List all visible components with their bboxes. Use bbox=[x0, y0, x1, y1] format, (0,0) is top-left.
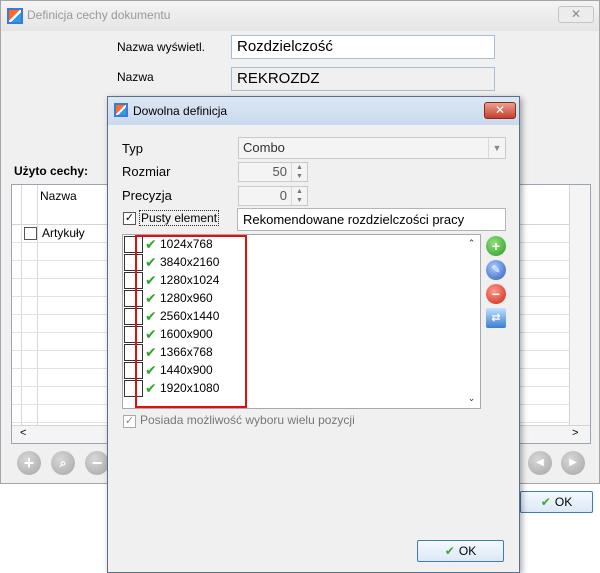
remove-icon[interactable]: − bbox=[85, 451, 109, 475]
scroll-down-icon[interactable]: ⌄ bbox=[463, 390, 480, 406]
empty-element-label[interactable]: Pusty element bbox=[139, 210, 220, 226]
remove-item-icon[interactable]: − bbox=[486, 284, 506, 304]
values-list: ✔ 1024x768 ✔ 3840x2160 ✔ 1280x1024 ✔ 128… bbox=[122, 234, 481, 409]
size-label: Rozmiar bbox=[122, 164, 171, 179]
spinner-arrows-icon[interactable]: ▲ ▼ bbox=[291, 187, 307, 205]
import-icon[interactable]: ⇄ bbox=[486, 308, 506, 328]
empty-element-field[interactable]: Rekomendowane rozdzielczości pracy bbox=[237, 208, 506, 231]
display-name-label: Nazwa wyświetl. bbox=[117, 40, 206, 54]
back-close-button[interactable]: ✕ bbox=[558, 6, 594, 23]
type-label: Typ bbox=[122, 141, 143, 156]
dialog-ok-button[interactable]: ✔ OK bbox=[417, 540, 504, 562]
scroll-up-icon[interactable]: ⌃ bbox=[463, 235, 480, 251]
app-logo-icon bbox=[7, 8, 23, 24]
dialog-title: Dowolna definicja bbox=[133, 104, 228, 118]
grid-header-name[interactable]: Nazwa bbox=[40, 189, 77, 203]
search-icon[interactable]: ⌕ bbox=[51, 451, 75, 475]
multi-select-label: Posiada możliwość wyboru wielu pozycji bbox=[140, 413, 355, 427]
chevron-down-icon[interactable]: ▼ bbox=[488, 138, 505, 158]
add-icon[interactable]: + bbox=[17, 451, 41, 475]
dialog-ok-label: OK bbox=[458, 544, 477, 558]
type-combo-value: Combo bbox=[243, 140, 285, 155]
precision-value: 0 bbox=[279, 188, 287, 203]
scroll-left-arrow[interactable]: < bbox=[20, 427, 26, 439]
type-combo[interactable]: Combo ▼ bbox=[238, 137, 506, 159]
scroll-right-arrow[interactable]: > bbox=[572, 427, 578, 439]
previous-icon[interactable]: ◀ bbox=[528, 451, 552, 475]
back-ok-label: OK bbox=[554, 495, 573, 509]
edit-item-icon[interactable]: ✎ bbox=[486, 260, 506, 280]
dialog-app-icon bbox=[114, 103, 128, 117]
size-spinner[interactable]: 50 ▲ ▼ bbox=[238, 162, 308, 182]
back-ok-button[interactable]: ✔ OK bbox=[520, 491, 593, 513]
spinner-arrows-icon[interactable]: ▲ ▼ bbox=[291, 163, 307, 181]
empty-element-checkbox[interactable]: ✓ bbox=[123, 212, 136, 225]
highlight-frame bbox=[135, 235, 247, 408]
name-label: Nazwa bbox=[117, 70, 154, 84]
list-vertical-scrollbar[interactable]: ⌃ ⌄ bbox=[463, 235, 480, 408]
dialog-close-button[interactable]: ✕ bbox=[484, 102, 516, 119]
multi-select-checkbox[interactable]: ✓ bbox=[123, 415, 136, 428]
next-icon[interactable]: ▶ bbox=[561, 451, 585, 475]
size-value: 50 bbox=[272, 164, 287, 179]
display-name-field[interactable]: Rozdzielczość bbox=[231, 35, 495, 59]
grid-vertical-scrollbar[interactable] bbox=[569, 185, 590, 425]
precision-label: Precyzja bbox=[122, 188, 172, 203]
check-icon: ✔ bbox=[540, 495, 551, 509]
grid-row-label: Artykuły bbox=[42, 226, 85, 240]
used-features-label: Użyto cechy: bbox=[14, 164, 89, 178]
check-icon: ✔ bbox=[444, 544, 455, 558]
name-field[interactable]: REKROZDZ bbox=[231, 67, 495, 91]
add-item-icon[interactable]: + bbox=[486, 236, 506, 256]
row-checkbox[interactable] bbox=[24, 227, 37, 240]
precision-spinner[interactable]: 0 ▲ ▼ bbox=[238, 186, 308, 206]
back-window-title: Definicja cechy dokumentu bbox=[27, 8, 171, 22]
arbitrary-definition-dialog: Dowolna definicja ✕ Typ Combo ▼ Rozmiar … bbox=[107, 96, 520, 573]
